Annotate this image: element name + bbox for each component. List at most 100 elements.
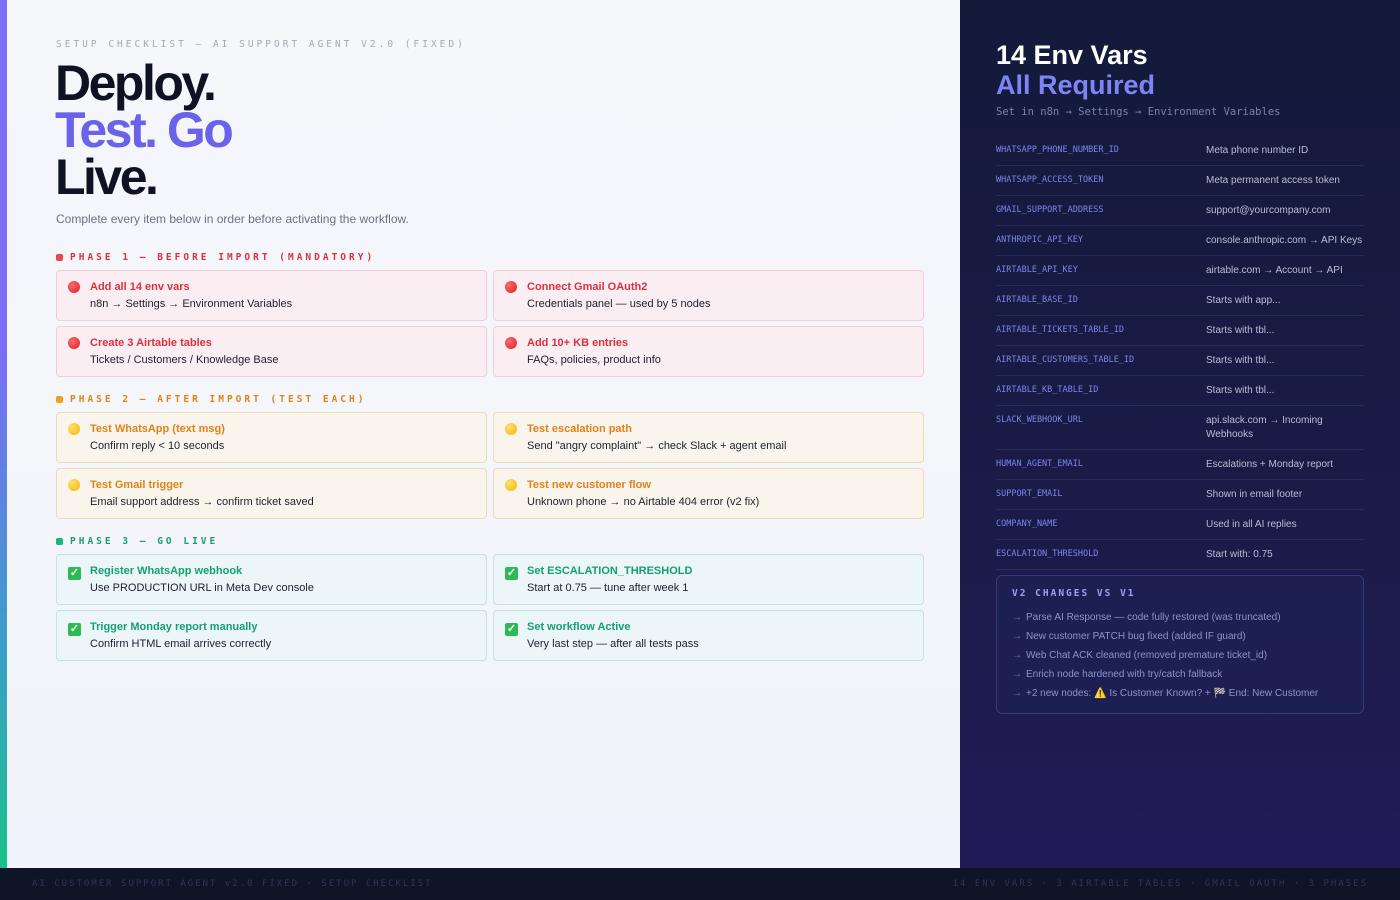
env-var-value: api.slack.com → Incoming Webhooks bbox=[1206, 415, 1323, 440]
env-var-key: ANTHROPIC_API_KEY bbox=[996, 235, 1083, 245]
env-var-row: ESCALATION_THRESHOLD Start with: 0.75 bbox=[996, 540, 1364, 570]
env-panel-title-accent: All Required bbox=[996, 70, 1156, 100]
yellow-circle-icon bbox=[68, 479, 80, 494]
item-title: Set ESCALATION_THRESHOLD bbox=[527, 565, 693, 577]
env-var-value: Starts with tbl... bbox=[1206, 325, 1275, 336]
env-var-value: Meta phone number ID bbox=[1206, 145, 1309, 156]
checklist-item-test-whatsapp[interactable]: Test WhatsApp (text msg) Confirm reply <… bbox=[56, 412, 487, 463]
env-var-row: GMAIL_SUPPORT_ADDRESS support@yourcompany… bbox=[996, 196, 1364, 226]
item-title: Register WhatsApp webhook bbox=[90, 565, 243, 577]
red-circle-icon bbox=[505, 281, 517, 296]
checklist-item-set-threshold[interactable]: ✓ Set ESCALATION_THRESHOLD Start at 0.75… bbox=[493, 554, 924, 605]
env-var-key: AIRTABLE_API_KEY bbox=[996, 265, 1078, 275]
env-var-key: WHATSAPP_ACCESS_TOKEN bbox=[996, 175, 1104, 185]
checklist-panel: SETUP CHECKLIST — AI SUPPORT AGENT V2.0 … bbox=[7, 0, 960, 868]
checklist-item-add-kb-entries[interactable]: Add 10+ KB entries FAQs, policies, produ… bbox=[493, 326, 924, 377]
item-description: Very last step — after all tests pass bbox=[527, 638, 699, 650]
yellow-circle-icon bbox=[68, 423, 80, 438]
env-panel-title: 14 Env Vars bbox=[996, 40, 1148, 70]
footer: AI CUSTOMER SUPPORT AGENT v2.0 FIXED · S… bbox=[0, 868, 1400, 900]
env-var-row: AIRTABLE_TICKETS_TABLE_ID Starts with tbl… bbox=[996, 316, 1364, 346]
footer-left: AI CUSTOMER SUPPORT AGENT v2.0 FIXED · S… bbox=[32, 879, 433, 889]
hero-line-2: Test. Go bbox=[55, 102, 234, 158]
item-description: Send "angry complaint" → check Slack + a… bbox=[527, 440, 787, 452]
item-description: Confirm reply < 10 seconds bbox=[90, 440, 225, 452]
env-var-key: AIRTABLE_TICKETS_TABLE_ID bbox=[996, 325, 1124, 335]
env-var-key: WHATSAPP_PHONE_NUMBER_ID bbox=[996, 145, 1119, 155]
yellow-circle-icon bbox=[505, 479, 517, 494]
check-box-icon: ✓ bbox=[68, 623, 81, 636]
env-var-key: COMPANY_NAME bbox=[996, 519, 1058, 529]
checklist-item-register-webhook[interactable]: ✓ Register WhatsApp webhook Use PRODUCTI… bbox=[56, 554, 487, 605]
env-var-value: Used in all AI replies bbox=[1206, 519, 1297, 530]
item-description: Use PRODUCTION URL in Meta Dev console bbox=[90, 582, 314, 594]
checklist-item-add-env-vars[interactable]: Add all 14 env vars n8n → Settings → Env… bbox=[56, 270, 487, 321]
item-description: Confirm HTML email arrives correctly bbox=[90, 638, 272, 650]
item-title: Add all 14 env vars bbox=[90, 281, 190, 293]
env-var-row: SLACK_WEBHOOK_URL api.slack.com → Incomin… bbox=[996, 406, 1364, 450]
env-var-key: GMAIL_SUPPORT_ADDRESS bbox=[996, 205, 1104, 215]
env-var-value: Starts with tbl... bbox=[1206, 385, 1275, 396]
checklist-item-test-new-customer[interactable]: Test new customer flow Unknown phone → n… bbox=[493, 468, 924, 519]
env-var-value: Escalations + Monday report bbox=[1206, 459, 1334, 470]
arrow-right-icon: → bbox=[1012, 669, 1022, 680]
env-var-value: Start with: 0.75 bbox=[1206, 549, 1273, 560]
page-kicker: SETUP CHECKLIST — AI SUPPORT AGENT V2.0 … bbox=[56, 39, 466, 50]
v2-changes-box: V2 CHANGES VS V1 → Parse AI Response — co… bbox=[996, 575, 1364, 714]
checklist-item-trigger-monday-report[interactable]: ✓ Trigger Monday report manually Confirm… bbox=[56, 610, 487, 661]
phase-3-marker bbox=[56, 538, 63, 545]
check-box-icon: ✓ bbox=[505, 623, 518, 636]
item-description: FAQs, policies, product info bbox=[527, 354, 661, 366]
checklist-item-connect-gmail[interactable]: Connect Gmail OAuth2 Credentials panel —… bbox=[493, 270, 924, 321]
env-var-value: Starts with app... bbox=[1206, 295, 1281, 306]
item-title: Connect Gmail OAuth2 bbox=[527, 281, 648, 293]
item-title: Trigger Monday report manually bbox=[90, 621, 258, 633]
item-title: Test new customer flow bbox=[527, 479, 651, 491]
env-var-key: SLACK_WEBHOOK_URL bbox=[996, 415, 1083, 425]
page-subtitle: Complete every item below in order befor… bbox=[56, 212, 409, 226]
env-var-row: ANTHROPIC_API_KEY console.anthropic.com →… bbox=[996, 226, 1364, 256]
change-text: Web Chat ACK cleaned (removed premature … bbox=[1026, 650, 1268, 661]
env-panel-subtitle: Set in n8n → Settings → Environment Vari… bbox=[996, 106, 1281, 118]
change-text: Parse AI Response — code fully restored … bbox=[1026, 612, 1281, 623]
env-var-key: SUPPORT_EMAIL bbox=[996, 489, 1063, 499]
changes-title: V2 CHANGES VS V1 bbox=[1012, 588, 1136, 599]
env-var-row: AIRTABLE_CUSTOMERS_TABLE_ID Starts with t… bbox=[996, 346, 1364, 376]
change-text: +2 new nodes: ⚠️ Is Customer Known? + 🏁 … bbox=[1026, 688, 1319, 699]
arrow-right-icon: → bbox=[1012, 612, 1022, 623]
accent-bar bbox=[0, 0, 7, 868]
checklist-item-test-escalation[interactable]: Test escalation path Send "angry complai… bbox=[493, 412, 924, 463]
change-item: → Parse AI Response — code fully restored… bbox=[1012, 608, 1318, 627]
item-title: Add 10+ KB entries bbox=[527, 337, 629, 349]
checklist-item-create-airtable-tables[interactable]: Create 3 Airtable tables Tickets / Custo… bbox=[56, 326, 487, 377]
env-var-key: ESCALATION_THRESHOLD bbox=[996, 549, 1099, 559]
change-item: → +2 new nodes: ⚠️ Is Customer Known? + 🏁… bbox=[1012, 684, 1318, 703]
env-var-row: HUMAN_AGENT_EMAIL Escalations + Monday re… bbox=[996, 450, 1364, 480]
env-var-row: SUPPORT_EMAIL Shown in email footer bbox=[996, 480, 1364, 510]
phase-1-heading: PHASE 1 — BEFORE IMPORT (MANDATORY) bbox=[56, 252, 375, 263]
arrow-right-icon: → bbox=[1012, 650, 1022, 661]
phase-1-label: PHASE 1 — BEFORE IMPORT (MANDATORY) bbox=[70, 252, 376, 263]
env-var-row: COMPANY_NAME Used in all AI replies bbox=[996, 510, 1364, 540]
item-description: Start at 0.75 — tune after week 1 bbox=[527, 582, 689, 594]
footer-right: 14 ENV VARS · 3 AIRTABLE TABLES · GMAIL … bbox=[952, 879, 1368, 889]
phase-3-heading: PHASE 3 — GO LIVE bbox=[56, 536, 218, 547]
checklist-item-set-workflow-active[interactable]: ✓ Set workflow Active Very last step — a… bbox=[493, 610, 924, 661]
arrow-right-icon: → bbox=[1012, 631, 1022, 642]
env-var-value: console.anthropic.com → API Keys bbox=[1206, 235, 1363, 246]
item-description: Credentials panel — used by 5 nodes bbox=[527, 298, 711, 310]
env-var-row: WHATSAPP_ACCESS_TOKEN Meta permanent acce… bbox=[996, 166, 1364, 196]
env-var-key: AIRTABLE_KB_TABLE_ID bbox=[996, 385, 1099, 395]
checklist-item-test-gmail-trigger[interactable]: Test Gmail trigger Email support address… bbox=[56, 468, 487, 519]
change-text: Enrich node hardened with try/catch fall… bbox=[1026, 669, 1223, 680]
item-title: Set workflow Active bbox=[527, 621, 631, 633]
red-circle-icon bbox=[505, 337, 517, 352]
item-description: Unknown phone → no Airtable 404 error (v… bbox=[527, 496, 760, 508]
env-var-value: Meta permanent access token bbox=[1206, 175, 1340, 186]
red-circle-icon bbox=[68, 337, 80, 352]
phase-2-label: PHASE 2 — AFTER IMPORT (TEST EACH) bbox=[70, 394, 367, 405]
item-description: Tickets / Customers / Knowledge Base bbox=[90, 354, 279, 366]
env-var-key: HUMAN_AGENT_EMAIL bbox=[996, 459, 1083, 469]
check-box-icon: ✓ bbox=[68, 567, 81, 580]
red-circle-icon bbox=[68, 281, 80, 296]
